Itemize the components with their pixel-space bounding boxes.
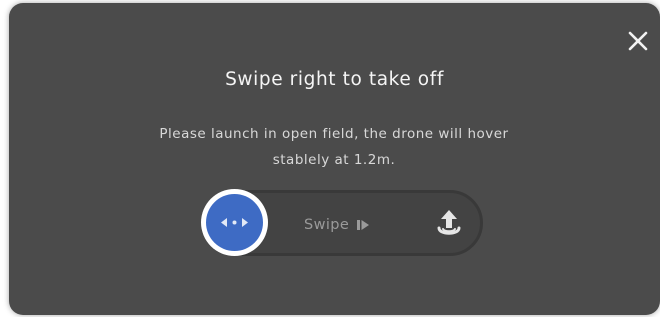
close-button[interactable] xyxy=(626,29,650,53)
slider-knob-face xyxy=(206,194,263,251)
swipe-hint: Swipe xyxy=(304,215,370,235)
swipe-slider-knob[interactable] xyxy=(201,189,268,256)
message-line-1: Please launch in open field, the drone w… xyxy=(159,126,509,142)
dialog-title: Swipe right to take off xyxy=(225,69,444,90)
dialog-message: Please launch in open field, the drone w… xyxy=(104,121,564,173)
play-arrow-icon xyxy=(357,220,370,230)
swipe-hint-label: Swipe xyxy=(304,217,350,233)
message-line-2: stablely at 1.2m. xyxy=(272,152,396,168)
close-icon xyxy=(628,31,648,51)
takeoff-icon xyxy=(433,207,465,239)
swipe-arrows-icon xyxy=(221,218,248,227)
takeoff-dialog: Swipe right to take off Please launch in… xyxy=(9,3,660,315)
